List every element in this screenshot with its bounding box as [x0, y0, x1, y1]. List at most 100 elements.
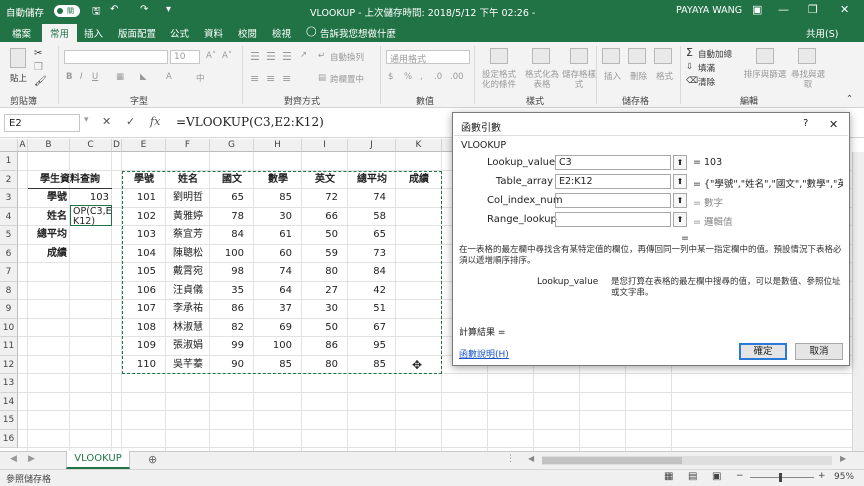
row-header[interactable]: 11	[0, 337, 18, 356]
percent-icon[interactable]: %	[404, 72, 412, 82]
row-header[interactable]: 10	[0, 318, 18, 337]
delete-cells-button[interactable]: 刪除	[630, 70, 647, 82]
grow-font-icon[interactable]: A˄	[206, 51, 216, 61]
column-header[interactable]: A	[18, 139, 28, 152]
tell-me-search[interactable]: 告訴我您想做什麼	[320, 26, 396, 40]
align-right-icon[interactable]: ≡	[282, 72, 291, 85]
increase-decimal-icon[interactable]: .0	[434, 72, 442, 82]
lookup-title[interactable]: 學生資料查詢	[28, 171, 112, 189]
paste-icon[interactable]	[10, 48, 26, 68]
tab-page-layout[interactable]: 版面配置	[118, 26, 156, 40]
format-cells-icon[interactable]	[654, 48, 672, 64]
format-cells-button[interactable]: 格式	[656, 70, 673, 82]
normal-view-icon[interactable]: ▦	[664, 471, 673, 482]
fill-button[interactable]: 填滿	[698, 62, 715, 74]
paste-button[interactable]: 貼上	[10, 72, 27, 84]
minimize-icon[interactable]: —	[778, 3, 789, 16]
ribbon-display-icon[interactable]: ▣	[752, 3, 762, 16]
dialog-close-icon[interactable]: ✕	[829, 118, 838, 131]
column-header[interactable]: G	[210, 139, 254, 152]
row-header[interactable]: 8	[0, 281, 18, 300]
row-header[interactable]: 15	[0, 411, 18, 430]
number-format-box[interactable]: 通用格式	[386, 50, 470, 65]
currency-icon[interactable]: $	[388, 72, 393, 82]
align-middle-icon[interactable]: ☰	[266, 50, 276, 63]
sort-filter-button[interactable]: 排序與篩選	[742, 70, 788, 80]
font-size-box[interactable]: 10	[170, 50, 200, 64]
name-box[interactable]: E2	[4, 114, 80, 132]
format-painter-icon[interactable]: 🖌	[34, 76, 47, 87]
range-picker-icon[interactable]: ⬆	[673, 174, 687, 189]
merge-icon[interactable]: ▤	[318, 73, 326, 83]
share-button[interactable]: 共用(S)	[806, 26, 838, 40]
row-header[interactable]: 12	[0, 355, 18, 374]
close-icon[interactable]: ✕	[840, 3, 849, 16]
fill-icon[interactable]: ⇩	[686, 62, 693, 72]
tab-data[interactable]: 資料	[204, 26, 223, 40]
page-layout-view-icon[interactable]: ▤	[688, 471, 697, 482]
user-name[interactable]: PAYAYA WANG	[676, 5, 742, 16]
row-header[interactable]: 14	[0, 392, 18, 411]
bold-icon[interactable]: B	[66, 72, 72, 82]
align-bottom-icon[interactable]: ☰	[282, 50, 292, 63]
range-picker-icon[interactable]: ⬆	[673, 212, 687, 227]
page-break-view-icon[interactable]: ▣	[712, 471, 721, 482]
tab-home[interactable]: 常用	[42, 24, 78, 42]
cancel-entry-icon[interactable]: ✕	[102, 115, 111, 128]
clear-icon[interactable]: ⌫	[686, 76, 698, 86]
find-select-icon[interactable]	[798, 48, 816, 64]
font-color-icon[interactable]: A	[166, 72, 172, 82]
quick-access-menu-icon[interactable]: ▾	[166, 4, 171, 15]
column-header[interactable]: F	[166, 139, 210, 152]
range-picker-icon[interactable]: ⬆	[673, 155, 687, 170]
tab-formulas[interactable]: 公式	[170, 26, 189, 40]
row-header[interactable]: 9	[0, 300, 18, 319]
redo-icon[interactable]: ↷	[140, 4, 148, 15]
conditional-format-icon[interactable]	[490, 48, 508, 64]
lookup-label[interactable]: 學號	[28, 189, 70, 208]
ok-button[interactable]: 確定	[739, 343, 787, 360]
row-header[interactable]: 1	[0, 152, 18, 171]
tab-review[interactable]: 校閱	[238, 26, 257, 40]
underline-icon[interactable]: U	[92, 72, 98, 82]
lookup-label[interactable]: 總平均	[28, 226, 70, 245]
cell-styles-icon[interactable]	[570, 48, 588, 64]
format-as-table-button[interactable]: 格式化為表格	[522, 70, 562, 90]
row-header[interactable]: 5	[0, 226, 18, 245]
clear-button[interactable]: 清除	[698, 76, 715, 88]
zoom-out-icon[interactable]: −	[736, 471, 744, 481]
insert-cells-icon[interactable]	[602, 48, 620, 64]
wrap-text-icon[interactable]: ↵	[318, 51, 325, 61]
row-header[interactable]: 6	[0, 244, 18, 263]
conditional-format-button[interactable]: 設定格式化的條件	[478, 70, 520, 90]
tab-insert[interactable]: 插入	[84, 26, 103, 40]
arg-input-table-array[interactable]: E2:K12	[555, 174, 671, 189]
add-sheet-icon[interactable]: ⊕	[148, 453, 157, 466]
borders-icon[interactable]: ▦	[116, 72, 124, 82]
cancel-button[interactable]: 取消	[795, 343, 843, 360]
insert-cells-button[interactable]: 插入	[604, 70, 621, 82]
column-header[interactable]: J	[348, 139, 396, 152]
horizontal-scrollbar[interactable]	[542, 456, 832, 465]
active-edit-cell[interactable]: OP(C3,E2:K12)	[70, 204, 112, 226]
format-as-table-icon[interactable]	[532, 48, 550, 64]
column-header[interactable]: K	[396, 139, 442, 152]
select-all-corner[interactable]	[0, 139, 18, 152]
column-header[interactable]: B	[28, 139, 70, 152]
restore-icon[interactable]: ❐	[808, 3, 818, 16]
zoom-level[interactable]: 95%	[834, 472, 854, 482]
scroll-left-icon[interactable]: ◀	[528, 454, 534, 463]
undo-icon[interactable]: ↶	[110, 4, 118, 15]
shrink-font-icon[interactable]: A˅	[222, 51, 232, 61]
sort-filter-icon[interactable]	[756, 48, 774, 64]
lookup-label[interactable]: 成績	[28, 245, 70, 264]
name-box-dropdown-icon[interactable]: ▾	[84, 115, 89, 125]
column-header[interactable]: I	[302, 139, 348, 152]
column-header[interactable]: H	[254, 139, 302, 152]
autosum-button[interactable]: 自動加總	[698, 48, 732, 60]
fill-color-icon[interactable]: ◣	[140, 72, 147, 82]
next-sheet-icon[interactable]: ▶	[28, 454, 35, 464]
sheet-options-icon[interactable]: ⋮	[506, 454, 515, 464]
range-picker-icon[interactable]: ⬆	[673, 193, 687, 208]
comma-icon[interactable]: ,	[420, 72, 423, 82]
